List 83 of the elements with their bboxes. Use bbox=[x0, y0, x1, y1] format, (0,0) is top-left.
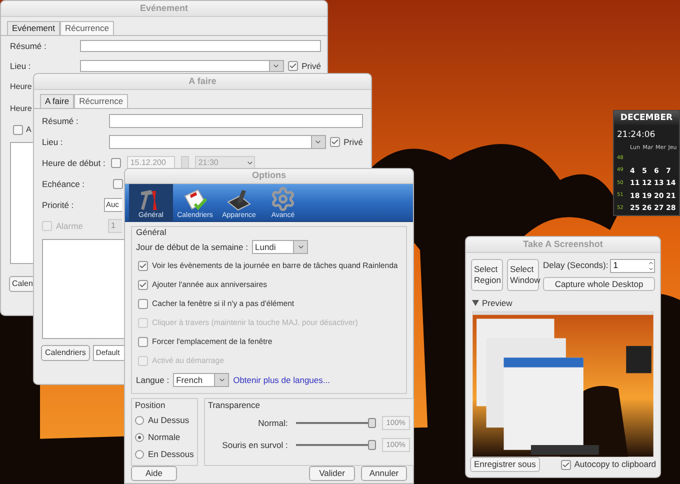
field-label: Lieu : bbox=[42, 136, 64, 148]
group-title: Position bbox=[135, 399, 166, 412]
week-start-dropdown[interactable]: Lundi bbox=[252, 240, 308, 254]
field-label: A bbox=[26, 124, 32, 136]
window-title: Evénement bbox=[140, 2, 188, 15]
field-label: Langue : bbox=[136, 374, 170, 387]
capture-desktop-button[interactable]: Capture whole Desktop bbox=[543, 276, 655, 291]
field-label: Heure bbox=[10, 103, 32, 115]
caret-icon bbox=[314, 138, 322, 146]
field-label: Heure bbox=[10, 81, 32, 93]
checkbox[interactable] bbox=[138, 260, 148, 271]
delay-spinner[interactable]: 1 bbox=[610, 258, 655, 273]
checkbox[interactable] bbox=[113, 179, 123, 189]
slider-thumb[interactable] bbox=[368, 418, 376, 428]
decrement-icon bbox=[648, 266, 654, 272]
clock-time: 21:24:06 bbox=[616, 129, 656, 142]
tab[interactable]: A faire bbox=[40, 94, 74, 108]
field-label: Lieu : bbox=[10, 60, 32, 72]
field-label: Privé bbox=[302, 60, 321, 72]
text-field[interactable] bbox=[80, 40, 321, 52]
checkbox[interactable] bbox=[561, 460, 572, 470]
calendars-button[interactable]: Calendriers bbox=[41, 345, 90, 361]
delay-label: Delay (Seconds): bbox=[543, 259, 608, 272]
dropdown-button[interactable] bbox=[214, 374, 228, 386]
slider-thumb[interactable] bbox=[368, 440, 376, 450]
radio-label: Normale bbox=[148, 431, 180, 444]
notes-area[interactable] bbox=[42, 239, 124, 339]
dialog-button[interactable]: Valider bbox=[309, 466, 355, 481]
preview-label: Preview bbox=[482, 296, 512, 310]
slider-label: Normal: bbox=[257, 416, 288, 430]
checkbox[interactable] bbox=[138, 298, 148, 309]
month-title: DECEMBER bbox=[614, 111, 679, 125]
save-as-button[interactable]: Enregistrer sous bbox=[470, 457, 540, 472]
autocopy-label: Autocopy to clipboard bbox=[574, 458, 656, 471]
tab[interactable]: Récurrence bbox=[74, 94, 128, 108]
group-title: Transparence bbox=[208, 399, 261, 412]
field-label: Echéance : bbox=[42, 178, 86, 190]
radio-label: Au Dessus bbox=[148, 414, 190, 427]
dialog-button[interactable]: Aide bbox=[131, 466, 177, 481]
select-button[interactable]: Select Region bbox=[471, 258, 503, 291]
field-label: Résumé : bbox=[10, 40, 48, 52]
select-button[interactable]: Select Window bbox=[507, 258, 539, 291]
radio-button[interactable] bbox=[135, 450, 144, 459]
language-dropdown[interactable]: French bbox=[173, 373, 230, 388]
caret-icon bbox=[272, 62, 280, 70]
radio-button[interactable] bbox=[135, 433, 144, 442]
tab[interactable]: Evénement bbox=[7, 21, 60, 35]
field-label: Alarme bbox=[56, 220, 84, 232]
more-languages-link[interactable]: Obtenir plus de langues... bbox=[233, 374, 330, 387]
caret-icon bbox=[246, 159, 254, 167]
radio-button[interactable] bbox=[135, 416, 144, 425]
checkbox[interactable] bbox=[138, 336, 148, 347]
field-label: Privé bbox=[344, 136, 363, 148]
gear-icon bbox=[270, 186, 296, 212]
tab[interactable]: Récurrence bbox=[60, 21, 114, 35]
checkbox[interactable] bbox=[42, 221, 52, 231]
field-label: Résumé : bbox=[42, 114, 80, 128]
dropdown-button[interactable] bbox=[293, 241, 307, 254]
checkbox[interactable] bbox=[13, 125, 23, 135]
field-label: Heure de début : bbox=[42, 156, 106, 170]
field-label: Priorité : bbox=[42, 198, 75, 212]
window-title: A faire bbox=[188, 74, 216, 88]
window-title: Options bbox=[252, 169, 286, 182]
dropdown-field[interactable] bbox=[80, 60, 284, 72]
notes-area[interactable] bbox=[10, 142, 34, 264]
window-title: Take A Screenshot bbox=[523, 238, 603, 251]
checkbox[interactable] bbox=[111, 158, 122, 168]
checkbox[interactable] bbox=[138, 280, 148, 290]
radio-label: En Dessous bbox=[148, 448, 194, 461]
checkbox[interactable] bbox=[330, 137, 340, 147]
dialog-button[interactable]: Annuler bbox=[361, 466, 407, 481]
group-title: Général bbox=[136, 226, 168, 238]
calendar-page-icon bbox=[182, 188, 208, 212]
increment-icon bbox=[648, 260, 654, 266]
dropdown-button[interactable] bbox=[310, 136, 325, 148]
calendars-button[interactable]: Calen bbox=[9, 276, 34, 292]
text-field[interactable] bbox=[109, 114, 363, 128]
checkbox[interactable] bbox=[288, 61, 298, 71]
field-label: Jour de début de la semaine : bbox=[136, 240, 248, 254]
dropdown-field[interactable] bbox=[109, 135, 326, 149]
dropdown-button[interactable] bbox=[268, 61, 283, 71]
paintbrush-icon bbox=[226, 188, 252, 212]
slider-label: Souris en survol : bbox=[221, 438, 288, 452]
